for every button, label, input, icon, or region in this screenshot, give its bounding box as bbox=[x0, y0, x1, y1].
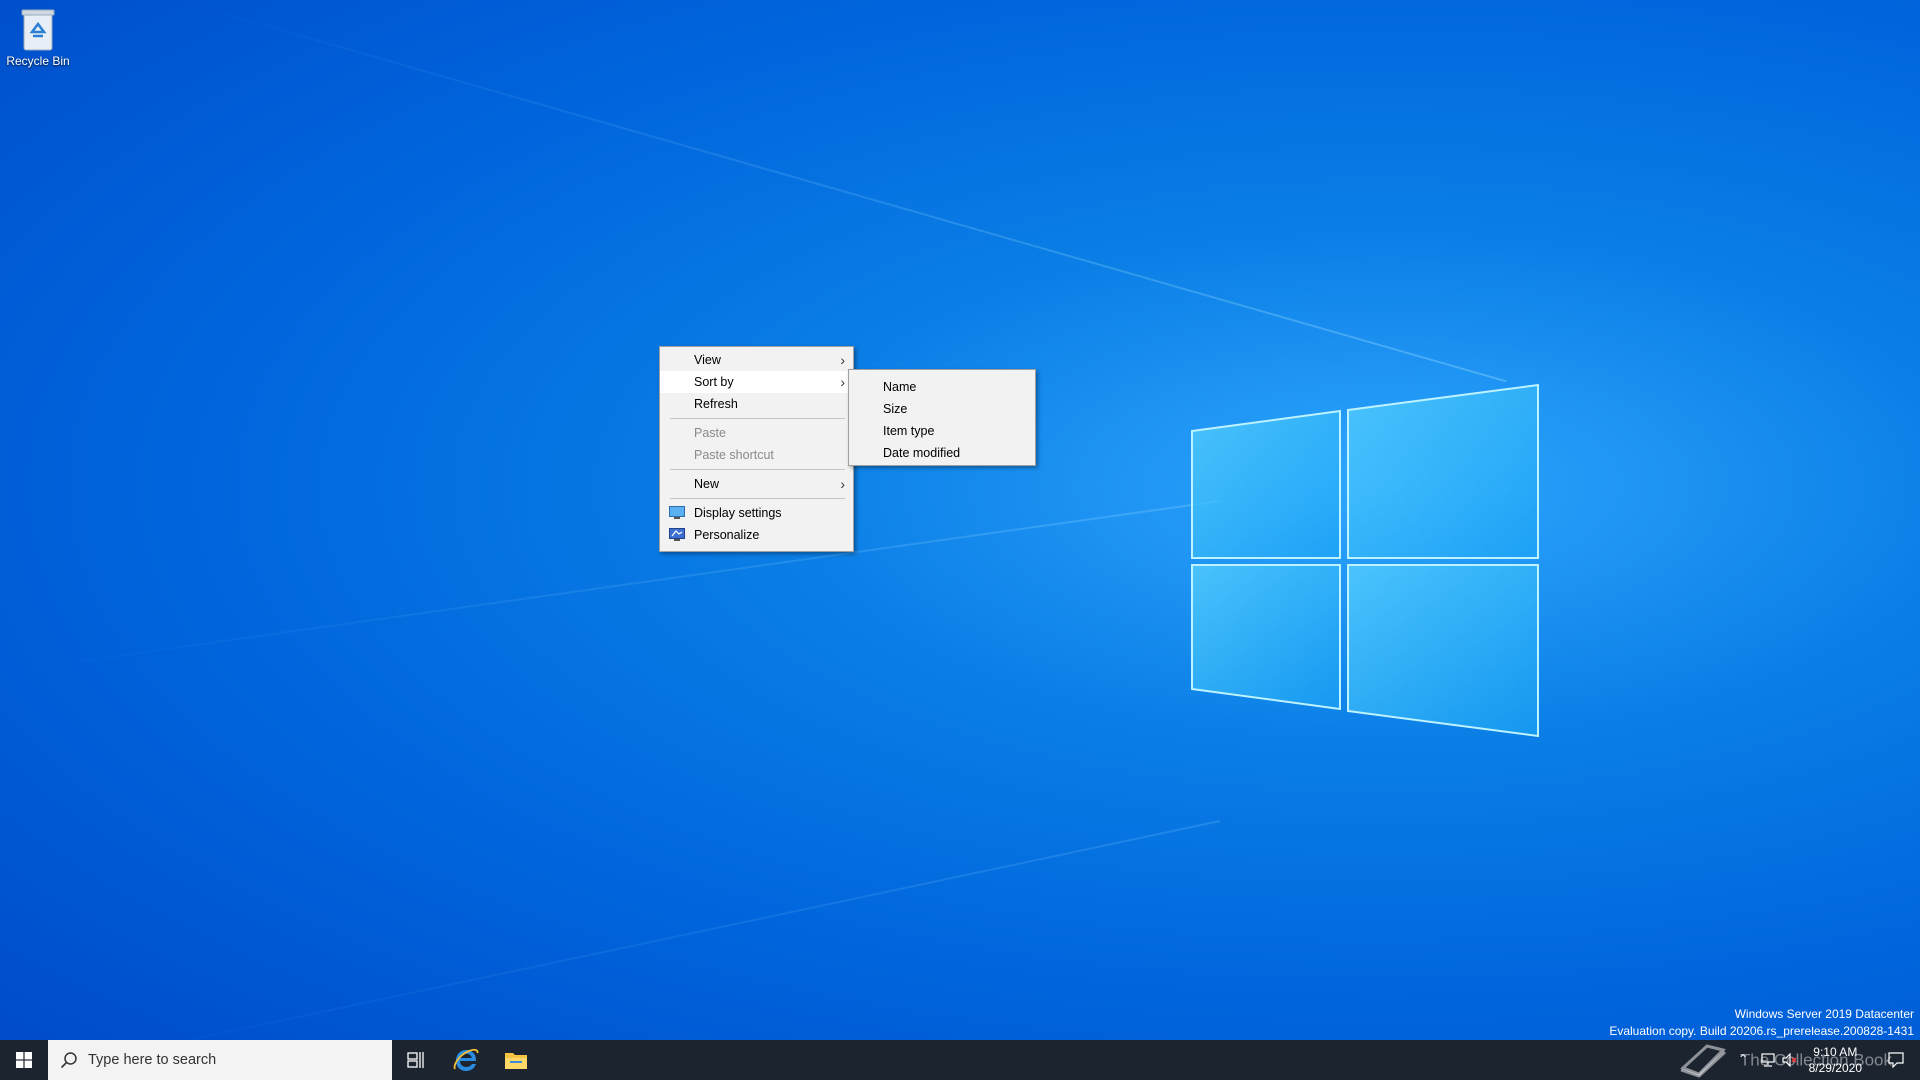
chevron-right-icon: › bbox=[840, 352, 845, 368]
desktop[interactable]: Recycle Bin View › Sort by › Refresh Pas… bbox=[0, 0, 1920, 1080]
menu-item-label: Display settings bbox=[694, 506, 782, 520]
menu-item-paste[interactable]: Paste bbox=[660, 422, 853, 444]
taskbar-clock[interactable]: 9:10 AM 8/29/2020 bbox=[1809, 1044, 1862, 1076]
desktop-icon-recycle-bin[interactable]: Recycle Bin bbox=[4, 6, 72, 68]
menu-separator bbox=[670, 469, 845, 470]
submenu-item-date-modified[interactable]: Date modified bbox=[849, 442, 1035, 464]
internet-explorer-icon bbox=[453, 1048, 479, 1071]
display-settings-icon bbox=[669, 506, 685, 519]
menu-item-label: Paste shortcut bbox=[694, 448, 774, 462]
submenu-item-name[interactable]: Name bbox=[849, 376, 1035, 398]
menu-item-label: Sort by bbox=[694, 375, 734, 389]
task-view-icon bbox=[407, 1052, 424, 1068]
menu-item-display-settings[interactable]: Display settings bbox=[660, 502, 853, 524]
network-icon[interactable] bbox=[1760, 1053, 1776, 1067]
windows-start-icon bbox=[16, 1052, 32, 1068]
submenu-item-item-type[interactable]: Item type bbox=[849, 420, 1035, 442]
chevron-right-icon: › bbox=[840, 476, 845, 492]
file-explorer-button[interactable] bbox=[492, 1040, 540, 1080]
menu-item-label: View bbox=[694, 353, 721, 367]
file-explorer-icon bbox=[505, 1053, 527, 1069]
menu-item-label: Item type bbox=[883, 424, 935, 438]
start-button[interactable] bbox=[0, 1040, 48, 1080]
chevron-right-icon: › bbox=[840, 374, 845, 390]
clock-time: 9:10 AM bbox=[1813, 1045, 1858, 1059]
system-tray: ⌃ 9:10 AM 8/29/2020 bbox=[1730, 1040, 1920, 1080]
menu-item-view[interactable]: View › bbox=[660, 349, 853, 371]
menu-item-paste-shortcut[interactable]: Paste shortcut bbox=[660, 444, 853, 466]
internet-explorer-button[interactable] bbox=[442, 1040, 490, 1080]
menu-item-new[interactable]: New › bbox=[660, 473, 853, 495]
edition-watermark: Windows Server 2019 Datacenter Evaluatio… bbox=[1609, 1006, 1914, 1040]
sort-by-submenu: Name Size Item type Date modified bbox=[848, 369, 1036, 466]
menu-item-sort-by[interactable]: Sort by › bbox=[660, 371, 853, 393]
clock-date: 8/29/2020 bbox=[1808, 1061, 1862, 1075]
menu-item-label: Refresh bbox=[694, 397, 738, 411]
menu-item-refresh[interactable]: Refresh bbox=[660, 393, 853, 415]
menu-item-label: Size bbox=[883, 402, 908, 416]
menu-item-label: Paste bbox=[694, 426, 726, 440]
search-icon bbox=[60, 1052, 77, 1069]
desktop-icon-label: Recycle Bin bbox=[6, 54, 70, 68]
watermark-edition: Windows Server 2019 Datacenter bbox=[1734, 1007, 1914, 1021]
menu-item-label: New bbox=[694, 477, 720, 491]
search-placeholder: Type here to search bbox=[88, 1052, 217, 1068]
submenu-item-size[interactable]: Size bbox=[849, 398, 1035, 420]
book-icon bbox=[1680, 1044, 1727, 1078]
task-view-button[interactable] bbox=[392, 1040, 440, 1080]
taskbar-search-box[interactable]: Type here to search bbox=[48, 1040, 392, 1080]
action-center-icon[interactable] bbox=[1888, 1052, 1904, 1068]
volume-muted-icon[interactable] bbox=[1782, 1053, 1798, 1067]
menu-separator bbox=[670, 498, 845, 499]
personalize-icon bbox=[669, 528, 685, 541]
desktop-context-menu: View › Sort by › Refresh Paste Paste sho… bbox=[659, 346, 854, 552]
menu-item-label: Personalize bbox=[694, 528, 760, 542]
menu-item-label: Name bbox=[883, 380, 917, 394]
watermark-build: Evaluation copy. Build 20206.rs_prerelea… bbox=[1609, 1024, 1914, 1038]
chevron-up-icon[interactable]: ⌃ bbox=[1738, 1052, 1748, 1066]
windows-logo bbox=[1191, 383, 1539, 738]
menu-item-personalize[interactable]: Personalize bbox=[660, 524, 853, 546]
taskbar: Type here to search The Collection Book bbox=[0, 1040, 1920, 1080]
menu-item-label: Date modified bbox=[883, 446, 961, 460]
recycle-bin-icon bbox=[21, 9, 55, 51]
menu-separator bbox=[670, 418, 845, 419]
